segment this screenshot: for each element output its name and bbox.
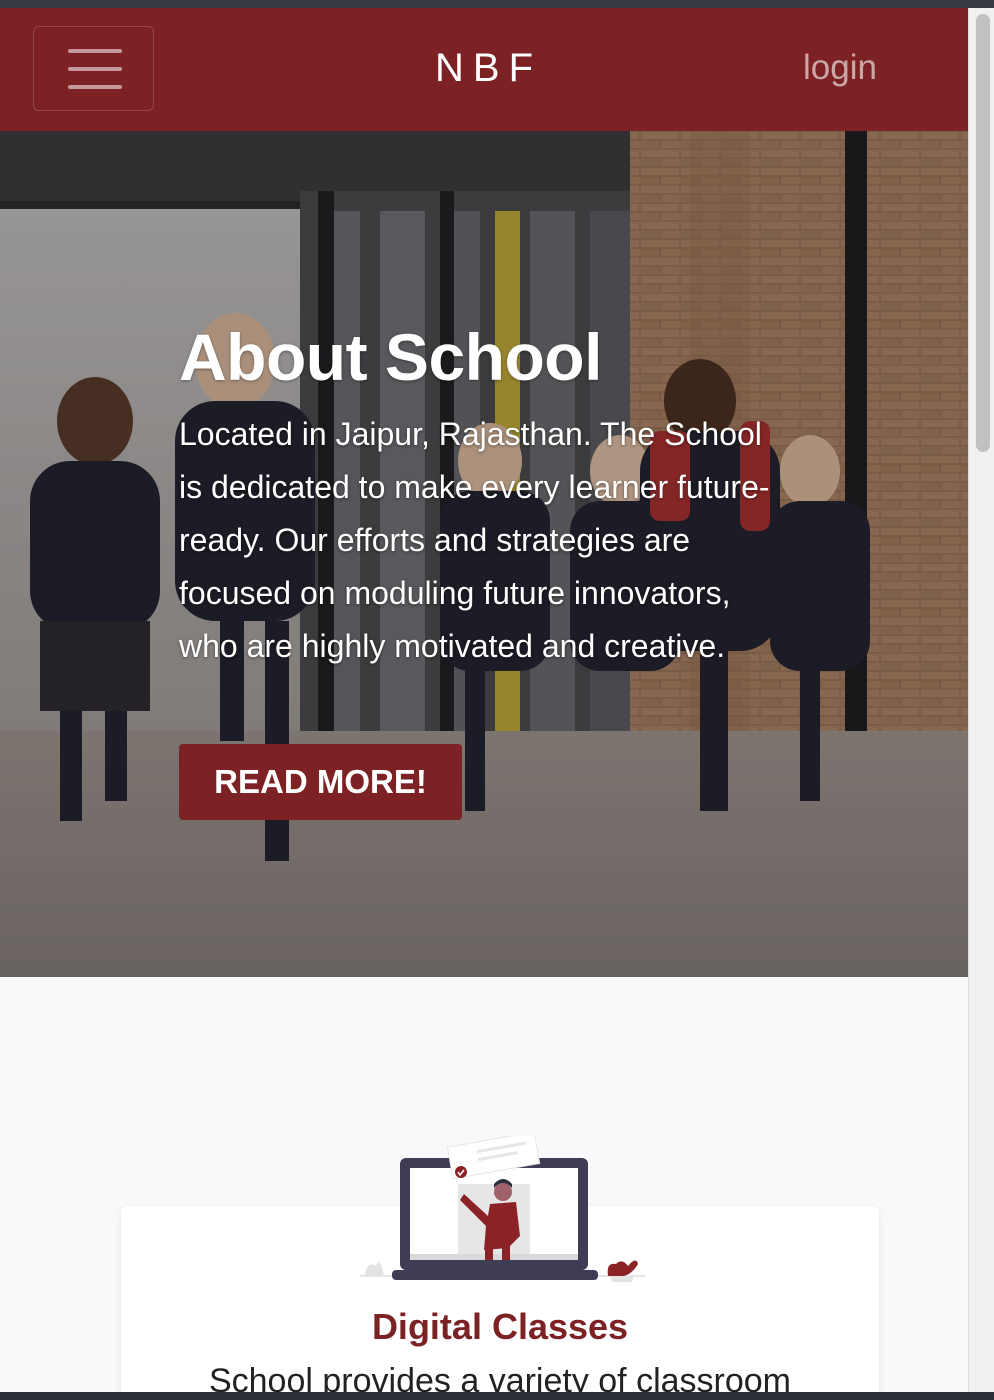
feature-title: Digital Classes xyxy=(371,1306,629,1347)
feature-description: School provides a variety of classroom xyxy=(208,1362,792,1392)
browser-top-strip xyxy=(0,0,994,8)
browser-bottom-strip xyxy=(0,1392,994,1400)
hero-description: Located in Jaipur, Rajasthan. The School… xyxy=(179,416,770,664)
login-link[interactable]: login xyxy=(803,48,877,88)
scrollbar-thumb[interactable] xyxy=(976,14,990,452)
hero-section: About School Located in Jaipur, Rajastha… xyxy=(0,131,968,977)
page-viewport: NBF login About School Located in Jaipur… xyxy=(0,8,968,1392)
navbar: NBF login xyxy=(0,8,968,131)
read-more-button[interactable]: READ MORE! xyxy=(179,744,462,820)
hero-title: About School xyxy=(179,320,602,394)
teacher-laptop-illustration xyxy=(360,1136,645,1282)
